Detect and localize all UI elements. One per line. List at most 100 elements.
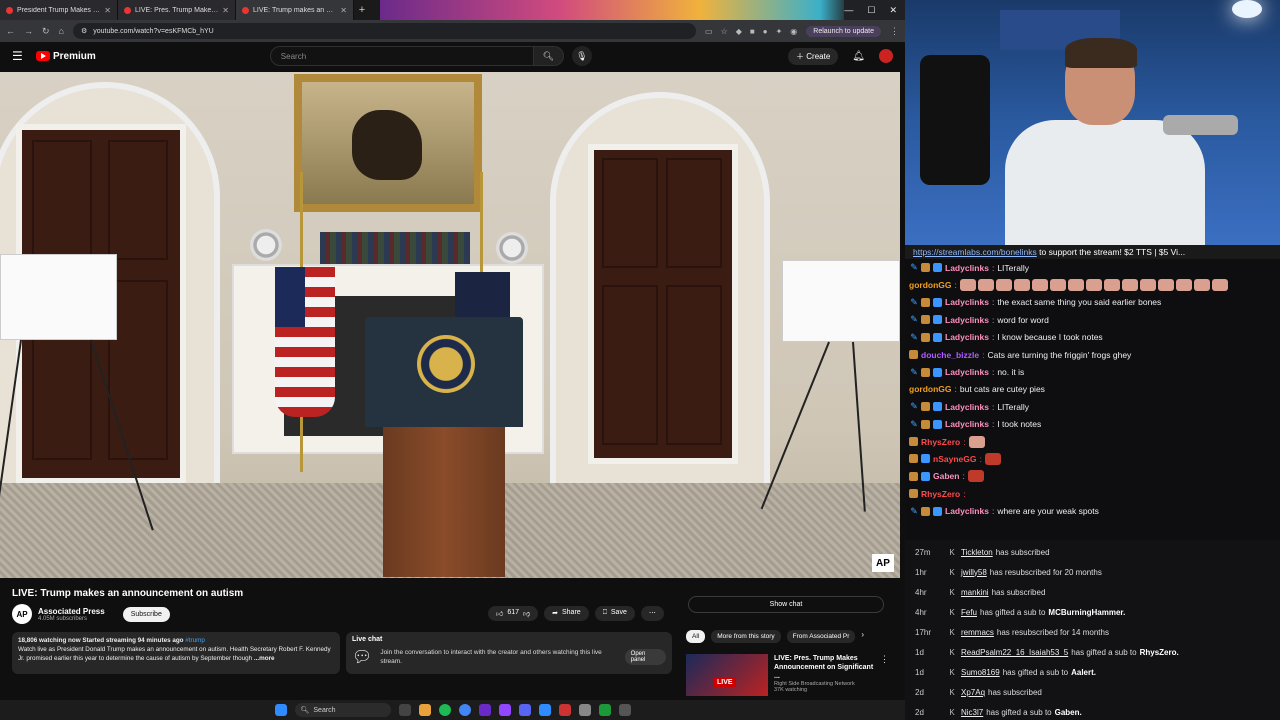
emote-icon[interactable] xyxy=(1157,279,1174,292)
emote-icon[interactable] xyxy=(1175,279,1192,292)
app-icon[interactable] xyxy=(618,704,631,716)
emote-icon[interactable] xyxy=(1139,279,1156,292)
close-window-icon[interactable]: ✕ xyxy=(889,5,897,16)
bookmark-star-icon[interactable]: ☆ xyxy=(721,27,728,36)
moderator-badge-icon[interactable]: ✎ xyxy=(909,314,919,325)
chip-all[interactable]: All xyxy=(686,630,706,643)
emote-icon[interactable] xyxy=(1121,279,1138,292)
event-username[interactable]: Sumo8169 xyxy=(961,668,1000,677)
app-icon[interactable] xyxy=(538,704,551,716)
gift-badge-icon[interactable] xyxy=(909,437,918,447)
moderator-badge-icon[interactable]: ✎ xyxy=(909,262,919,273)
app-icon[interactable] xyxy=(558,704,571,716)
emote-icon[interactable] xyxy=(995,279,1012,292)
minimize-icon[interactable]: — xyxy=(844,5,853,15)
gift-badge-icon[interactable] xyxy=(921,263,930,273)
emote-icon[interactable] xyxy=(984,452,1001,465)
forward-icon[interactable]: → xyxy=(24,26,33,36)
event-username[interactable]: Fefu xyxy=(961,608,977,617)
subscriber-badge-icon[interactable] xyxy=(933,315,942,325)
subscriber-badge-icon[interactable] xyxy=(933,332,942,342)
recommended-title[interactable]: LIVE: Pres. Trump Makes Announcement on … xyxy=(774,654,874,681)
chat-username[interactable]: Ladyclinks xyxy=(945,419,989,429)
emote-icon[interactable] xyxy=(959,279,976,292)
chat-username[interactable]: Ladyclinks xyxy=(945,263,989,273)
moderator-badge-icon[interactable]: ✎ xyxy=(909,401,919,412)
chat-username[interactable]: douche_bizzle xyxy=(921,350,979,360)
event-recipient[interactable]: Gaben. xyxy=(1055,708,1082,717)
event-recipient[interactable]: RhysZero. xyxy=(1140,648,1179,657)
extension-icon[interactable]: ■ xyxy=(750,27,755,36)
subscriber-badge-icon[interactable] xyxy=(933,402,942,412)
recommended-thumbnail[interactable]: LIVE xyxy=(686,654,768,696)
subscriber-badge-icon[interactable] xyxy=(933,419,942,429)
emote-icon[interactable] xyxy=(1211,279,1228,292)
emote-icon[interactable] xyxy=(1067,279,1084,292)
notifications-bell-icon[interactable]: 🔔︎ xyxy=(852,51,865,62)
more-options-icon[interactable]: ⋮ xyxy=(880,654,889,696)
taskbar-search[interactable]: 🔍︎ Search xyxy=(294,703,391,717)
gift-badge-icon[interactable] xyxy=(921,315,930,325)
video-player[interactable]: AP xyxy=(0,72,900,578)
emote-icon[interactable] xyxy=(967,470,984,483)
chat-username[interactable]: Ladyclinks xyxy=(945,402,989,412)
share-button[interactable]: ➦ Share xyxy=(544,606,589,621)
event-username[interactable]: jwilly58 xyxy=(961,568,987,577)
event-username[interactable]: Xp7Aq xyxy=(961,688,985,697)
emote-icon[interactable] xyxy=(977,279,994,292)
moderator-badge-icon[interactable]: ✎ xyxy=(909,419,919,430)
event-username[interactable]: remmacs xyxy=(961,628,994,637)
chat-username[interactable]: RhysZero xyxy=(921,437,960,447)
chat-username[interactable]: Ladyclinks xyxy=(945,332,989,342)
browser-menu-icon[interactable]: ⋮ xyxy=(890,26,899,37)
relaunch-button[interactable]: Relaunch to update xyxy=(806,25,881,37)
chat-username[interactable]: RhysZero xyxy=(921,489,960,499)
create-button[interactable]: ＋ Create xyxy=(788,47,839,65)
youtube-logo[interactable]: Premium xyxy=(36,51,96,62)
close-tab-icon[interactable]: ✕ xyxy=(104,6,111,15)
subscriber-badge-icon[interactable] xyxy=(933,263,942,273)
chrome-icon[interactable] xyxy=(458,704,471,716)
recommended-video[interactable]: LIVE LIVE: Pres. Trump Makes Announcemen… xyxy=(686,654,889,696)
chat-username[interactable]: Ladyclinks xyxy=(945,367,989,377)
url-field[interactable]: ⚙ youtube.com/watch?v=esKFMCb_hYU xyxy=(72,23,697,39)
subscriber-badge-icon[interactable] xyxy=(921,454,930,464)
chat-username[interactable]: Ladyclinks xyxy=(945,297,989,307)
voice-search-button[interactable]: 🎙︎ xyxy=(571,46,592,66)
chat-username[interactable]: gordonGG xyxy=(909,280,952,290)
moderator-badge-icon[interactable]: ✎ xyxy=(909,332,919,343)
subscribe-button[interactable]: Subscribe xyxy=(122,606,170,622)
emote-icon[interactable] xyxy=(1085,279,1102,292)
discord-icon[interactable] xyxy=(518,704,531,716)
chat-username[interactable]: Ladyclinks xyxy=(945,315,989,325)
app-icon[interactable] xyxy=(478,704,491,716)
puzzle-icon[interactable]: ✦ xyxy=(776,27,783,36)
gift-badge-icon[interactable] xyxy=(909,489,918,499)
emote-icon[interactable] xyxy=(968,435,985,448)
show-chat-button[interactable]: Show chat xyxy=(688,596,884,613)
more-actions-button[interactable]: ⋯ xyxy=(640,606,664,621)
like-button[interactable]: 👍︎ 617 👎︎ xyxy=(488,606,539,621)
event-username[interactable]: Tickleton xyxy=(961,548,993,557)
moderator-badge-icon[interactable]: ✎ xyxy=(909,297,919,308)
tab-2[interactable]: LIVE: Pres. Trump Makes Anno✕ xyxy=(118,0,236,20)
open-panel-button[interactable]: Open panel xyxy=(624,649,666,665)
event-username[interactable]: ReadPsalm22_16_Isaiah53_5 xyxy=(961,648,1068,657)
channel-avatar[interactable]: AP xyxy=(12,604,32,624)
close-tab-icon[interactable]: ✕ xyxy=(340,6,347,15)
cast-icon[interactable]: ▭ xyxy=(705,27,713,36)
subscriber-badge-icon[interactable] xyxy=(921,471,930,481)
subscriber-badge-icon[interactable] xyxy=(933,506,942,516)
subscriber-badge-icon[interactable] xyxy=(933,297,942,307)
event-username[interactable]: Nic3l7 xyxy=(961,708,983,717)
emote-icon[interactable] xyxy=(1103,279,1120,292)
account-avatar[interactable] xyxy=(879,49,893,63)
start-icon[interactable] xyxy=(274,704,287,716)
save-button[interactable]: ⎕ Save xyxy=(594,606,635,621)
emote-icon[interactable] xyxy=(1013,279,1030,292)
thumbs-down-icon[interactable]: 👎︎ xyxy=(523,609,530,618)
site-info-icon[interactable]: ⚙ xyxy=(81,27,87,35)
event-username[interactable]: mankini xyxy=(961,588,989,597)
gift-badge-icon[interactable] xyxy=(921,419,930,429)
new-tab-button[interactable]: + xyxy=(354,0,370,20)
